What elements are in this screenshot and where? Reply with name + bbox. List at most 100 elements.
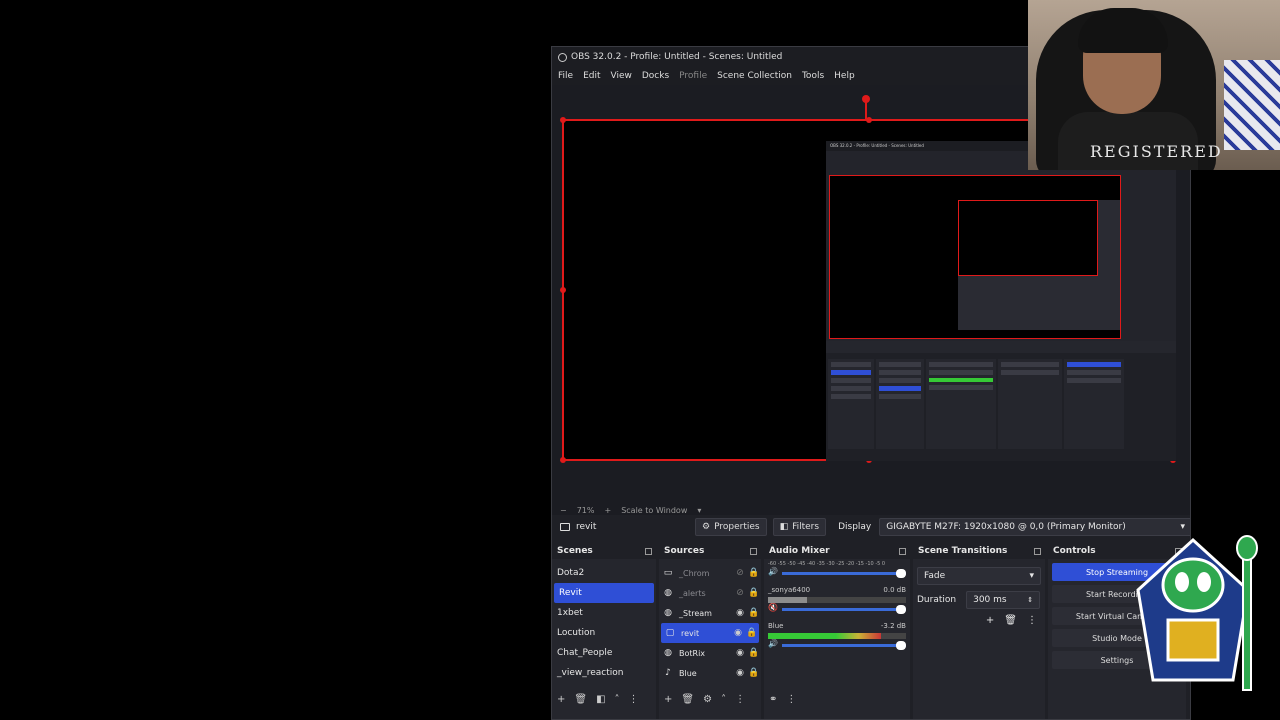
zoom-in-button[interactable]: + <box>604 506 611 515</box>
channel-name: _sonya6400 <box>768 586 811 594</box>
source-item-chrom[interactable]: ▭ _Chrom ⊘ 🔒 <box>659 563 761 583</box>
menu-profile[interactable]: Profile <box>679 71 707 81</box>
volume-slider[interactable] <box>781 641 906 650</box>
scene-item-locution[interactable]: Locution <box>552 623 656 643</box>
eye-icon[interactable]: ◉ <box>733 648 747 658</box>
scene-transitions-title: Scene Transitions <box>918 546 1008 556</box>
source-item-botrix[interactable]: ◍ BotRix ◉ 🔒 <box>659 643 761 663</box>
lock-icon[interactable]: 🔒 <box>747 608 761 618</box>
rotation-handle[interactable] <box>862 95 870 103</box>
undock-icon[interactable] <box>750 547 757 555</box>
menu-edit[interactable]: Edit <box>583 71 600 81</box>
trash-icon[interactable]: 🗑 <box>681 694 694 705</box>
source-item-stream[interactable]: ◍ _Stream ◉ 🔒 <box>659 603 761 623</box>
volume-knob[interactable] <box>896 605 906 614</box>
sources-title: Sources <box>664 546 705 556</box>
scale-mode[interactable]: Scale to Window <box>621 506 687 515</box>
menu-docks[interactable]: Docks <box>642 71 669 81</box>
transition-select[interactable]: Fade ▾ <box>917 567 1041 585</box>
eye-icon[interactable]: ◉ <box>733 608 747 618</box>
desktop-stage: OBS 32.0.2 - Profile: Untitled - Scenes:… <box>0 0 1280 720</box>
scene-item-view-reaction[interactable]: _view_reaction <box>552 663 656 683</box>
menu-view[interactable]: View <box>611 71 632 81</box>
undock-icon[interactable] <box>899 547 906 555</box>
undock-icon[interactable] <box>1034 547 1041 555</box>
lock-icon[interactable]: 🔒 <box>747 648 761 658</box>
menu-scene-collection[interactable]: Scene Collection <box>717 71 792 81</box>
volume-slider[interactable] <box>781 605 906 614</box>
speaker-icon[interactable]: 🔊 <box>768 639 778 648</box>
more-icon[interactable]: ⋮ <box>786 694 796 705</box>
nested-row <box>831 362 871 367</box>
resize-handle[interactable] <box>560 457 566 463</box>
eye-icon[interactable]: ◉ <box>731 628 745 638</box>
microphone-icon: ♪ <box>665 668 671 678</box>
channel-db: 0.0 dB <box>883 586 906 594</box>
zoom-out-button[interactable]: − <box>560 506 567 515</box>
more-icon[interactable]: ⋮ <box>629 694 639 705</box>
eye-slash-icon[interactable]: ⊘ <box>733 588 747 598</box>
duration-spinbox[interactable]: 300 ms ⇕ <box>966 591 1041 609</box>
lock-icon[interactable]: 🔒 <box>747 588 761 598</box>
nested-row <box>831 386 871 391</box>
properties-button[interactable]: ⚙ Properties <box>695 518 767 536</box>
eye-icon[interactable]: ◉ <box>733 668 747 678</box>
chevron-down-icon[interactable]: ▾ <box>697 506 701 515</box>
selected-source: revit <box>552 522 691 532</box>
chevron-up-icon[interactable]: ˄ <box>615 694 620 705</box>
scene-item-1xbet[interactable]: 1xbet <box>552 603 656 623</box>
duration-value: 300 ms <box>973 595 1007 605</box>
add-icon[interactable]: + <box>664 694 672 705</box>
gear-icon[interactable]: ⚙ <box>703 694 712 705</box>
lock-icon[interactable]: 🔒 <box>747 668 761 678</box>
preview-canvas[interactable]: OBS 32.0.2 - Profile: Untitled - Scenes:… <box>560 117 1176 463</box>
link-icon[interactable]: ⚭ <box>769 694 777 705</box>
mascot-staff-head <box>1236 535 1258 561</box>
source-item-blue[interactable]: ♪ Blue ◉ 🔒 <box>659 663 761 683</box>
filter-icon[interactable]: ◧ <box>596 694 605 705</box>
speaker-muted-icon[interactable]: 🔇 <box>768 603 778 612</box>
menu-help[interactable]: Help <box>834 71 855 81</box>
scene-list: Dota2 Revit 1xbet Locution Chat_People _… <box>552 563 656 683</box>
menu-file[interactable]: File <box>558 71 573 81</box>
nested-meter <box>929 378 993 382</box>
spinner-arrows-icon[interactable]: ⇕ <box>1027 596 1033 604</box>
nested-row <box>1067 362 1121 367</box>
undock-icon[interactable] <box>645 547 652 555</box>
trash-icon[interactable]: 🗑 <box>574 694 587 705</box>
trash-icon[interactable]: 🗑 <box>1004 615 1017 626</box>
scene-item-revit[interactable]: Revit <box>554 583 654 603</box>
channel-name: Blue <box>768 622 784 630</box>
nested-row <box>929 370 993 375</box>
source-label: _Chrom <box>679 568 710 578</box>
add-icon[interactable]: + <box>557 694 565 705</box>
lock-icon[interactable]: 🔒 <box>745 628 759 638</box>
chevron-down-icon: ▾ <box>1029 571 1034 581</box>
scene-item-dota2[interactable]: Dota2 <box>552 563 656 583</box>
menu-tools[interactable]: Tools <box>802 71 824 81</box>
source-item-alerts[interactable]: ◍ _alerts ⊘ 🔒 <box>659 583 761 603</box>
more-icon[interactable]: ⋮ <box>735 694 745 705</box>
source-item-revit[interactable]: ▢ revit ◉ 🔒 <box>661 623 759 643</box>
scene-item-chat-people[interactable]: Chat_People <box>552 643 656 663</box>
chevron-up-icon[interactable]: ˄ <box>721 694 726 705</box>
add-icon[interactable]: + <box>986 615 994 626</box>
gear-icon: ⚙ <box>702 522 711 532</box>
transition-value: Fade <box>924 571 946 581</box>
more-icon[interactable]: ⋮ <box>1027 615 1037 626</box>
properties-label: Properties <box>714 522 760 532</box>
nested-inner-canvas <box>958 200 1098 276</box>
volume-knob[interactable] <box>896 569 906 578</box>
monitor-icon: ▢ <box>665 628 675 638</box>
eye-slash-icon[interactable]: ⊘ <box>733 568 747 578</box>
lock-icon[interactable]: 🔒 <box>747 568 761 578</box>
resize-handle[interactable] <box>866 117 872 123</box>
filters-button[interactable]: ◧ Filters <box>772 518 827 536</box>
mixer-top-channel: -60 -55 -50 -45 -40 -35 -30 -25 -20 -15 … <box>764 559 910 578</box>
volume-knob[interactable] <box>896 641 906 650</box>
audio-meter <box>768 597 906 603</box>
resize-handle[interactable] <box>560 117 566 123</box>
volume-slider[interactable] <box>781 569 906 578</box>
resize-handle[interactable] <box>560 287 566 293</box>
speaker-icon[interactable]: 🔊 <box>768 567 778 576</box>
